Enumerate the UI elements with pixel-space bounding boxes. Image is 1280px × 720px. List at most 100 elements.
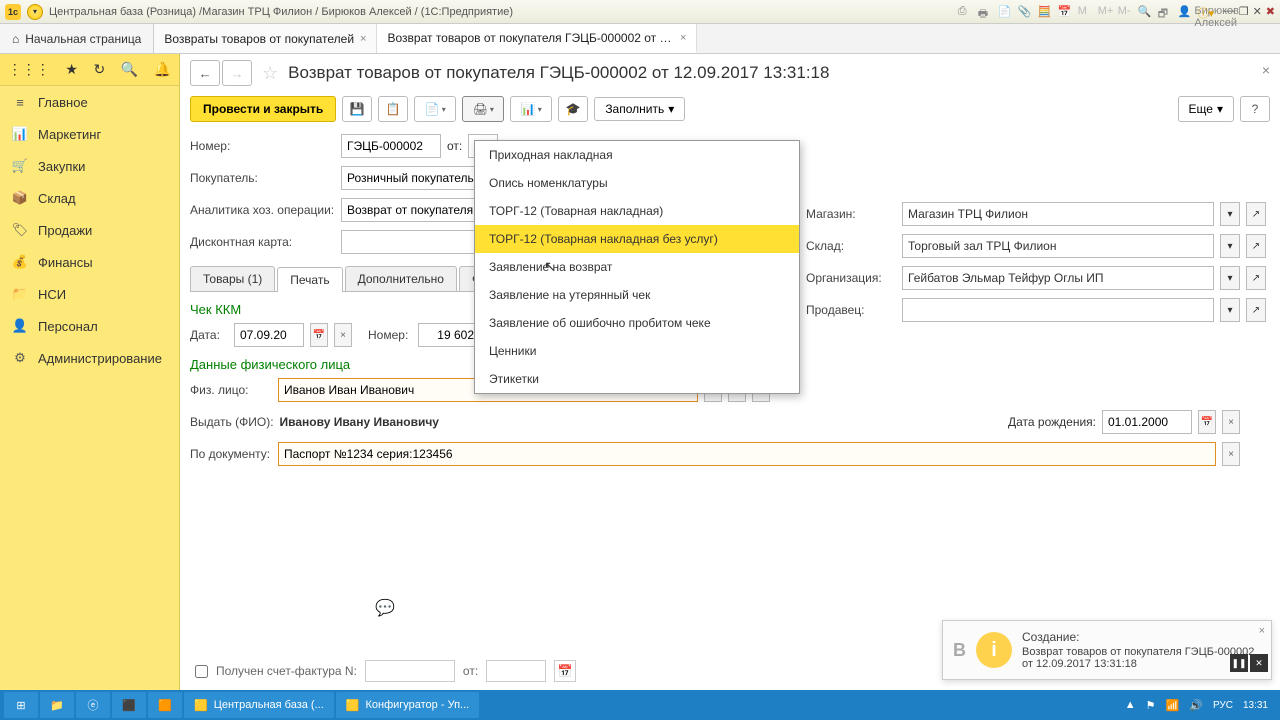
subtab-extra[interactable]: Дополнительно <box>345 266 457 291</box>
pause-icon[interactable]: ❚❚ <box>1230 654 1248 672</box>
clear-icon[interactable]: × <box>1222 410 1240 434</box>
nav-marketing[interactable]: 📊Маркетинг <box>0 118 179 150</box>
open-icon[interactable]: ↗ <box>1246 234 1266 258</box>
docby-input[interactable] <box>278 442 1216 466</box>
nav-admin[interactable]: ⚙Администрирование <box>0 342 179 374</box>
pm-item-prihod[interactable]: Приходная накладная <box>475 141 799 169</box>
save-button[interactable]: 💾 <box>342 96 372 122</box>
pm-item-labels[interactable]: Этикетки <box>475 365 799 393</box>
nav-personnel[interactable]: 👤Персонал <box>0 310 179 342</box>
link-icon[interactable]: 🗗 <box>1158 5 1172 19</box>
sklad-input[interactable]: Торговый зал ТРЦ Филион <box>902 234 1214 258</box>
pm-item-return[interactable]: Заявление на возврат <box>475 253 799 281</box>
nav-finance[interactable]: 💰Финансы <box>0 246 179 278</box>
clear-icon[interactable]: × <box>334 323 352 347</box>
dropdown-icon[interactable]: ▾ <box>1220 266 1240 290</box>
pm-item-opis[interactable]: Опись номенклатуры <box>475 169 799 197</box>
tray-up-icon[interactable]: ▲ <box>1125 699 1136 711</box>
pm-item-torg12[interactable]: ТОРГ-12 (Товарная накладная) <box>475 197 799 225</box>
overlay-close-icon[interactable]: ✖ <box>1266 5 1275 18</box>
pm-item-torg12-nouslug[interactable]: ТОРГ-12 (Товарная накладная без услуг) <box>475 225 799 253</box>
taskbar-1c-base[interactable]: 🟨Центральная база (... <box>184 692 334 718</box>
seller-input[interactable] <box>902 298 1214 322</box>
kkm-date-input[interactable] <box>234 323 304 347</box>
search-icon[interactable]: 🔍 <box>121 61 138 78</box>
calendar-icon[interactable]: 📅 <box>1058 5 1072 19</box>
pm-item-lost[interactable]: Заявление на утерянный чек <box>475 281 799 309</box>
dropdown-icon[interactable]: ▾ <box>27 4 43 20</box>
dropdown-icon[interactable]: ▾ <box>1220 234 1240 258</box>
tray-flag-icon[interactable]: ⚑ <box>1146 699 1156 712</box>
invoice-date-input[interactable] <box>486 660 546 682</box>
invoice-number-input[interactable] <box>365 660 455 682</box>
taskbar-configurator[interactable]: 🟨Конфигуратор - Уп... <box>336 692 479 718</box>
m-icon[interactable]: M <box>1078 5 1092 19</box>
calendar-icon[interactable]: 📅 <box>310 323 328 347</box>
post-and-close-button[interactable]: Провести и закрыть <box>190 96 336 122</box>
kkm-num-input[interactable] <box>418 323 480 347</box>
dropdown-icon[interactable]: ▾ <box>1220 202 1240 226</box>
print-icon[interactable]: ⎙ <box>958 5 972 19</box>
post-button[interactable]: 📋 <box>378 96 408 122</box>
fill-button[interactable]: Заполнить▾ <box>594 97 685 121</box>
tray-time[interactable]: 13:31 <box>1243 700 1268 711</box>
tab-returns-list[interactable]: Возвраты товаров от покупателей × <box>154 24 377 53</box>
tab-close-icon[interactable]: × <box>360 33 366 45</box>
more-button[interactable]: Еще ▾ <box>1178 96 1234 122</box>
tray-vol-icon[interactable]: 🔊 <box>1189 699 1203 712</box>
nav-back-button[interactable]: ← <box>190 60 220 86</box>
calendar-icon[interactable]: 📅 <box>1198 410 1216 434</box>
info-icon[interactable]: ⓘ▾ <box>1198 5 1212 19</box>
favorite-icon[interactable]: ☆ <box>262 63 278 84</box>
tray-lang[interactable]: РУС <box>1213 700 1233 711</box>
start-button[interactable]: ⊞ <box>4 692 38 718</box>
dropdown-icon[interactable]: ▾ <box>1220 298 1240 322</box>
notif-close-icon[interactable]: × <box>1259 625 1265 637</box>
pm-item-wrong[interactable]: Заявление об ошибочно пробитом чеке <box>475 309 799 337</box>
taskbar-explorer[interactable]: 📁 <box>40 692 74 718</box>
open-icon[interactable]: ↗ <box>1246 298 1266 322</box>
subtab-goods[interactable]: Товары (1) <box>190 266 275 291</box>
taskbar-app[interactable]: ⬛ <box>112 692 146 718</box>
m-plus-icon[interactable]: M+ <box>1098 5 1112 19</box>
birth-input[interactable] <box>1102 410 1192 434</box>
history-icon[interactable]: ↻ <box>93 61 105 78</box>
tab-return-doc[interactable]: Возврат товаров от покупателя ГЭЦБ-00000… <box>377 24 697 53</box>
calendar-icon[interactable]: 📅 <box>554 660 576 682</box>
calc-icon[interactable]: 🧮 <box>1038 5 1052 19</box>
invoice-checkbox[interactable] <box>195 665 208 678</box>
save-icon[interactable]: 🖶 <box>978 5 992 19</box>
m-minus-icon[interactable]: M- <box>1118 5 1132 19</box>
pm-item-price[interactable]: Ценники <box>475 337 799 365</box>
nav-purchase[interactable]: 🛒Закупки <box>0 150 179 182</box>
shop-input[interactable]: Магазин ТРЦ Филион <box>902 202 1214 226</box>
bell-icon[interactable]: 🔔 <box>154 61 171 78</box>
minimize-icon[interactable]: — <box>1224 5 1235 18</box>
subtab-print[interactable]: Печать <box>277 267 342 292</box>
taskbar-ie[interactable]: ⓔ <box>76 692 110 718</box>
print-dropdown-button[interactable]: 🖨▾ <box>462 96 504 122</box>
number-input[interactable] <box>341 134 441 158</box>
org-input[interactable]: Гейбатов Эльмар Тейфур Оглы ИП <box>902 266 1214 290</box>
star-icon[interactable]: ★ <box>65 61 78 78</box>
create-based-button[interactable]: 📄▾ <box>414 96 456 122</box>
restore-icon[interactable]: ❐ <box>1239 5 1249 18</box>
search-icon[interactable]: 🔍 <box>1138 5 1152 19</box>
nav-warehouse[interactable]: 📦Склад <box>0 182 179 214</box>
tab-close-icon[interactable]: × <box>680 32 686 44</box>
clip-icon[interactable]: 📎 <box>1018 5 1032 19</box>
report-button[interactable]: 📊▾ <box>510 96 552 122</box>
close-window-icon[interactable]: ✕ <box>1253 5 1262 18</box>
help-button[interactable]: ? <box>1240 96 1270 122</box>
user-label[interactable]: 👤 Бирюков Алексей <box>1178 5 1192 19</box>
close-doc-icon[interactable]: × <box>1262 62 1270 78</box>
nav-main[interactable]: ≡Главное <box>0 86 179 118</box>
nav-sales[interactable]: 🏷Продажи <box>0 214 179 246</box>
clear-icon[interactable]: × <box>1222 442 1240 466</box>
apps-icon[interactable]: ⋮⋮⋮ <box>8 61 50 78</box>
message-icon[interactable]: 💬 <box>375 598 395 618</box>
tray-net-icon[interactable]: 📶 <box>1166 699 1180 712</box>
bank-button[interactable]: 🎓 <box>558 96 588 122</box>
open-icon[interactable]: ↗ <box>1246 266 1266 290</box>
close-icon[interactable]: ✕ <box>1250 654 1268 672</box>
